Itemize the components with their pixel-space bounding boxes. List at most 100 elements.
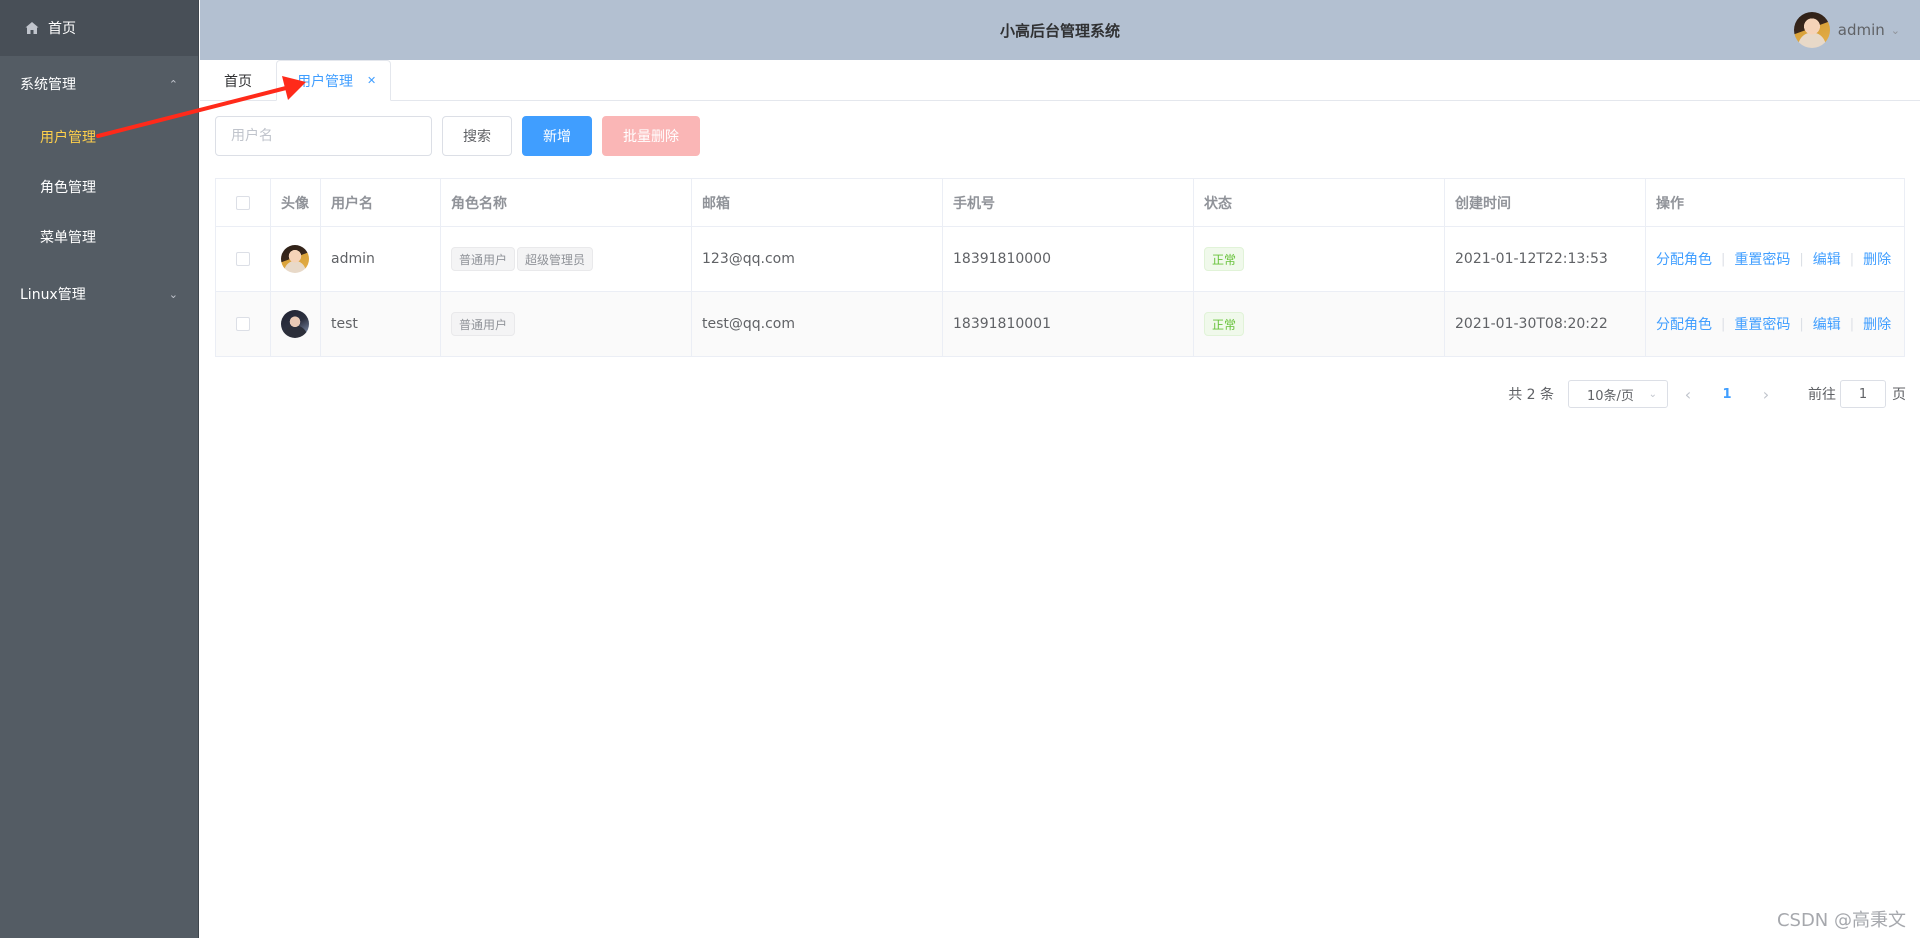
avatar-cell [271, 227, 321, 291]
header-select-cell [216, 179, 271, 226]
sidebar-group-label: Linux管理 [20, 287, 86, 303]
chevron-down-icon: ⌄ [1890, 23, 1900, 37]
chevron-up-icon: ⌃ [168, 77, 178, 91]
actions-cell: 分配角色 | 重置密码 | 编辑 | 删除 [1646, 227, 1904, 291]
chevron-down-icon: ⌄ [1648, 388, 1657, 400]
chevron-down-icon: ⌄ [168, 287, 178, 301]
column-header: 手机号 [943, 179, 1194, 226]
phone-cell: 18391810000 [943, 227, 1194, 291]
edit-link[interactable]: 编辑 [1813, 314, 1841, 334]
role-tag: 普通用户 [451, 247, 516, 271]
email-cell: 123@qq.com [692, 227, 943, 291]
divider: | [1849, 316, 1855, 332]
column-header: 用户名 [321, 179, 441, 226]
select-all-checkbox[interactable] [236, 195, 250, 210]
divider: | [1799, 251, 1804, 267]
column-header: 角色名称 [441, 179, 692, 226]
pagination-total: 共 2 条 [1508, 387, 1554, 403]
roles-cell: 普通用户 超级管理员 [441, 227, 692, 291]
column-header: 操作 [1656, 195, 1684, 212]
user-table: 头像 用户名 角色名称 邮箱 手机号 状态 创建时间 操作 admin 普通用户… [215, 178, 1905, 357]
sidebar-item-label: 用户管理 [40, 130, 96, 146]
table-header-row: 头像 用户名 角色名称 邮箱 手机号 状态 创建时间 操作 [216, 179, 1904, 227]
reset-password-link[interactable]: 重置密码 [1734, 314, 1790, 334]
page-size-value: 10条/页 [1587, 388, 1634, 404]
divider: | [1799, 316, 1804, 332]
sidebar-item-roles[interactable]: 角色管理 [0, 162, 198, 212]
sidebar: 首页 系统管理 ⌃ 用户管理 角色管理 菜单管理 Linux管理 ⌄ [0, 0, 199, 938]
avatar [281, 245, 309, 273]
row-checkbox[interactable] [236, 317, 250, 331]
username-cell: admin [321, 227, 441, 291]
sidebar-group-label: 系统管理 [20, 77, 76, 93]
role-tag: 超级管理员 [517, 247, 594, 271]
sidebar-item-home[interactable]: 首页 [0, 0, 198, 56]
username-cell: test [321, 292, 441, 356]
created-cell: 2021-01-12T22:13:53 [1445, 227, 1646, 291]
tab-label: 首页 [224, 73, 252, 90]
app-title: 小高后台管理系统 [999, 21, 1120, 40]
email-cell: test@qq.com [692, 292, 943, 356]
page-number-current[interactable]: 1 [1708, 387, 1746, 402]
column-header: 头像 [271, 179, 321, 226]
tab-user-management[interactable]: 用户管理 ✕ [276, 60, 391, 101]
avatar [281, 310, 309, 338]
username: admin [1837, 21, 1885, 39]
row-select-cell [216, 292, 271, 356]
home-icon [25, 22, 39, 34]
status-badge: 正常 [1204, 247, 1245, 271]
avatar-cell [271, 292, 321, 356]
row-checkbox[interactable] [236, 252, 250, 266]
table-row: test 普通用户 test@qq.com 18391810001 正常 202… [216, 292, 1904, 357]
toolbar: 搜索 新增 批量删除 [215, 116, 700, 156]
user-menu[interactable]: admin ⌄ [1793, 0, 1900, 60]
status-cell: 正常 [1194, 227, 1445, 291]
sidebar-item-users[interactable]: 用户管理 [0, 112, 198, 162]
add-button[interactable]: 新增 [522, 116, 592, 156]
row-select-cell [216, 227, 271, 291]
sidebar-item-label: 角色管理 [40, 180, 96, 196]
sidebar-item-label: 首页 [48, 21, 76, 37]
status-badge: 正常 [1204, 312, 1245, 336]
tab-home[interactable]: 首页 [200, 60, 276, 101]
page-size-select[interactable]: 10条/页 ⌄ [1568, 380, 1668, 408]
table-row: admin 普通用户 超级管理员 123@qq.com 18391810000 … [216, 227, 1904, 292]
tab-label: 用户管理 [297, 73, 353, 90]
divider: | [1721, 316, 1726, 332]
goto-page-input[interactable]: 1 [1840, 380, 1886, 408]
status-cell: 正常 [1194, 292, 1445, 356]
roles-cell: 普通用户 [441, 292, 692, 356]
sidebar-group-system[interactable]: 系统管理 ⌃ [0, 56, 198, 112]
watermark: CSDN @高秉文 [1776, 910, 1906, 931]
batch-delete-button[interactable]: 批量删除 [602, 116, 700, 156]
tab-bar: 首页 用户管理 ✕ [200, 60, 1920, 101]
prev-page-icon[interactable]: ‹ [1672, 385, 1704, 404]
sidebar-group-linux[interactable]: Linux管理 ⌄ [0, 266, 198, 322]
pagination: 共 2 条 10条/页 ⌄ ‹ 1 › 前往 1 页 [1508, 378, 1906, 410]
divider: | [1849, 251, 1855, 267]
top-header: 小高后台管理系统 admin ⌄ [200, 0, 1920, 60]
assign-role-link[interactable]: 分配角色 [1656, 249, 1712, 269]
edit-link[interactable]: 编辑 [1813, 249, 1841, 269]
close-icon[interactable]: ✕ [367, 74, 376, 87]
goto-prefix: 前往 [1808, 387, 1836, 403]
divider: | [1721, 251, 1726, 267]
phone-cell: 18391810001 [943, 292, 1194, 356]
assign-role-link[interactable]: 分配角色 [1656, 314, 1712, 334]
reset-password-link[interactable]: 重置密码 [1734, 249, 1790, 269]
role-tag: 普通用户 [451, 312, 516, 336]
column-header: 创建时间 [1445, 179, 1646, 226]
actions-cell: 分配角色 | 重置密码 | 编辑 | 删除 [1646, 292, 1904, 356]
sidebar-item-label: 菜单管理 [40, 230, 96, 246]
avatar [1793, 12, 1830, 48]
sidebar-item-menus[interactable]: 菜单管理 [0, 212, 198, 262]
search-input[interactable] [215, 116, 432, 156]
column-header: 邮箱 [692, 179, 943, 226]
next-page-icon[interactable]: › [1750, 385, 1782, 404]
column-header: 状态 [1194, 179, 1445, 226]
search-button[interactable]: 搜索 [442, 116, 512, 156]
goto-suffix: 页 [1892, 387, 1906, 403]
created-cell: 2021-01-30T08:20:22 [1445, 292, 1646, 356]
delete-link[interactable]: 删除 [1863, 249, 1891, 269]
delete-link[interactable]: 删除 [1863, 314, 1891, 334]
